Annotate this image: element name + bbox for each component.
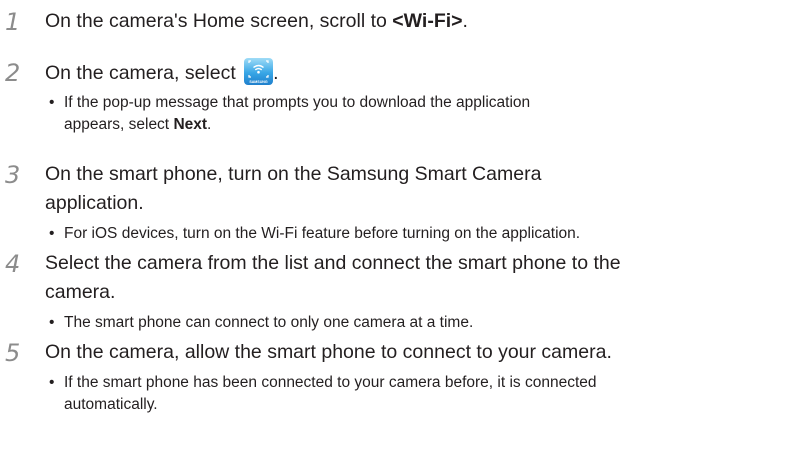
step-text: On the camera's Home screen, scroll to <… [45,7,788,36]
step-text-part: On the camera, select [45,62,242,84]
step-note: • If the pop-up message that prompts you… [49,92,786,136]
step-number: 3 [5,161,21,189]
step-note: • If the smart phone has been connected … [49,372,786,416]
button-name-next: Next [173,116,208,133]
step-text-line: On the smart phone, turn on the Samsung … [45,163,542,185]
step-text-line: camera. [45,281,116,303]
note-text-part: . [207,116,212,133]
step-number: 1 [5,8,21,36]
step-text: On the camera, allow the smart phone to … [45,341,612,363]
step-number: 2 [5,59,21,87]
bullet-dot: • [49,314,55,331]
step-text-part: . [273,62,279,84]
note-line: appears, select Next. [64,114,786,136]
step-text: Select the camera from the list and conn… [45,249,788,307]
step-text-part: . [462,10,468,32]
instruction-page: 1 On the camera's Home screen, scroll to… [0,0,798,472]
bullet-dot: • [49,225,55,242]
note-line: For iOS devices, turn on the Wi-Fi featu… [64,225,581,242]
step-note: • For iOS devices, turn on the Wi-Fi fea… [49,223,786,245]
note-line: If the smart phone has been connected to… [64,374,597,391]
step-text: On the smart phone, turn on the Samsung … [45,160,788,218]
bullet-dot: • [49,94,55,111]
note-text-part: appears, select [64,116,174,133]
icon-wordmark: SAMSUNG [249,80,268,84]
step-text-line: Select the camera from the list and conn… [45,252,621,274]
step-note: • The smart phone can connect to only on… [49,312,786,334]
step-text-line: application. [45,192,144,214]
note-line: automatically. [64,396,158,413]
note-line: If the pop-up message that prompts you t… [64,94,531,111]
step-number: 5 [5,339,21,367]
menu-name-wifi: <Wi-Fi> [392,10,463,32]
step-text: On the camera, select SAMSUNG . [45,58,788,88]
step-number: 4 [5,250,21,278]
bullet-dot: • [49,374,55,391]
note-line: The smart phone can connect to only one … [64,314,474,331]
samsung-smart-camera-app-icon: SAMSUNG [244,58,274,85]
step-text-part: On the camera's Home screen, scroll to [45,10,393,32]
